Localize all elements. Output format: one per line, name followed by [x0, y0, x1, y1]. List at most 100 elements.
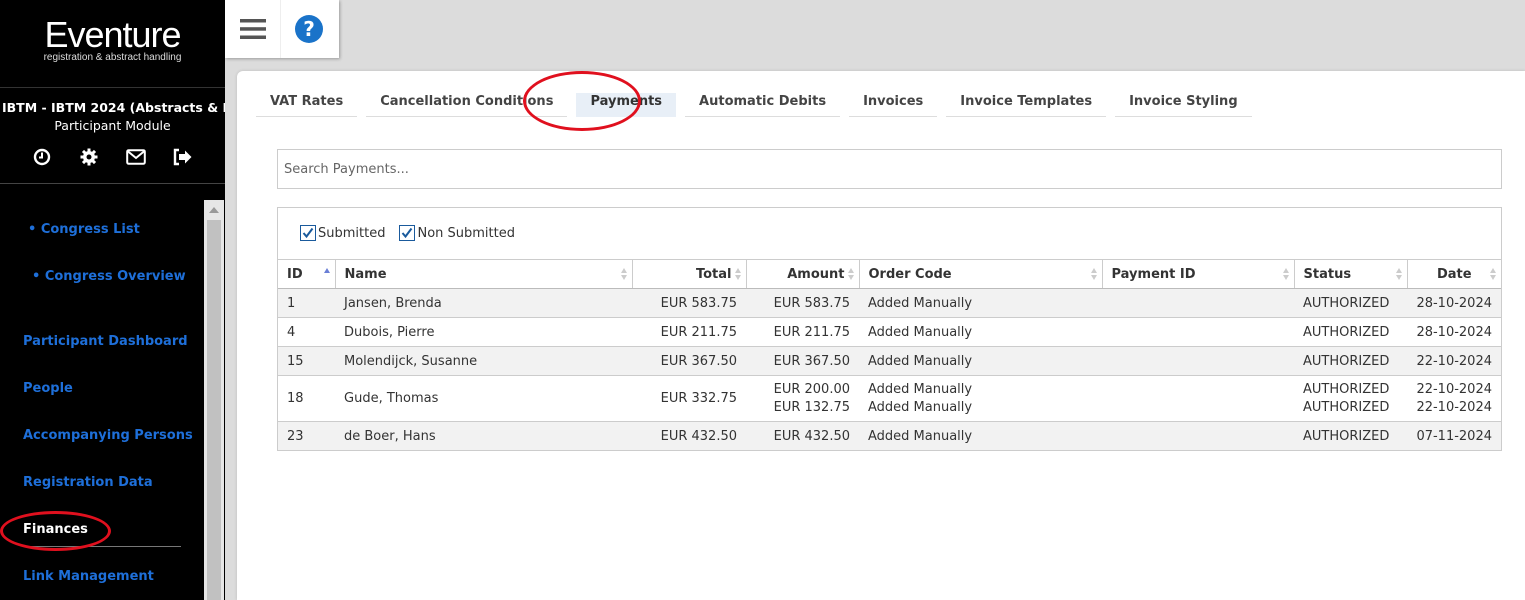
- status-filters: Submitted Non Submitted: [300, 225, 515, 241]
- sidebar-item-accompanying-persons[interactable]: Accompanying Persons: [23, 428, 193, 443]
- column-header-total[interactable]: Total: [632, 259, 747, 289]
- logout-icon[interactable]: [173, 147, 193, 167]
- cell-name: de Boer, Hans: [335, 421, 632, 451]
- tab-cancellation-conditions[interactable]: Cancellation Conditions: [366, 93, 568, 117]
- eventure-logo[interactable]: Eventure registration & abstract handlin…: [0, 0, 225, 88]
- cell-date: 07-11-2024: [1407, 421, 1501, 451]
- cell-total: EUR 432.50: [632, 421, 746, 451]
- gear-icon[interactable]: [79, 147, 99, 167]
- filter-submitted[interactable]: Submitted: [300, 225, 385, 241]
- sidebar-item-finances[interactable]: Finances: [23, 522, 88, 537]
- sort-icon: [620, 268, 628, 280]
- sidebar-item-registration-data[interactable]: Registration Data: [23, 475, 153, 490]
- sort-icon: [1490, 268, 1497, 280]
- column-header-date[interactable]: Date: [1407, 259, 1501, 289]
- tab-invoice-styling[interactable]: Invoice Styling: [1115, 93, 1252, 117]
- svg-text:?: ?: [303, 17, 315, 41]
- table-row[interactable]: 15 Molendijck, Susanne EUR 367.50 EUR 36…: [278, 346, 1501, 376]
- cell-order-code: Added Manually Added Manually: [859, 375, 1102, 422]
- column-header-amount[interactable]: Amount: [746, 259, 860, 289]
- cell-id: 4: [278, 317, 335, 347]
- menu-button[interactable]: [225, 0, 281, 58]
- date-line: 22-10-2024: [1416, 381, 1492, 397]
- column-header-order-code[interactable]: Order Code: [859, 259, 1103, 289]
- cell-status: AUTHORIZED: [1294, 346, 1407, 376]
- sidebar-scrollbar[interactable]: [204, 200, 224, 600]
- cell-total: EUR 211.75: [632, 317, 746, 347]
- checkbox-submitted[interactable]: [300, 225, 316, 241]
- search-payments-input[interactable]: [277, 149, 1502, 189]
- column-header-label: Status: [1303, 266, 1352, 282]
- hamburger-icon: [239, 19, 266, 39]
- scroll-up-arrow-icon[interactable]: [209, 207, 219, 213]
- help-button[interactable]: ?: [281, 0, 337, 58]
- logo-main-text: Eventure: [44, 14, 181, 55]
- cell-amount: EUR 211.75: [746, 317, 859, 347]
- cell-status: AUTHORIZED: [1294, 421, 1407, 451]
- cell-payment-id: [1102, 317, 1294, 347]
- tab-vat-rates[interactable]: VAT Rates: [256, 93, 358, 117]
- tab-payments[interactable]: Payments: [576, 93, 677, 117]
- content-card: VAT Rates Cancellation Conditions Paymen…: [237, 71, 1525, 600]
- cell-payment-id: [1102, 421, 1294, 451]
- cell-id: 23: [278, 421, 335, 451]
- cell-status: AUTHORIZED AUTHORIZED: [1294, 375, 1407, 422]
- cell-date: 22-10-2024 22-10-2024: [1407, 375, 1501, 422]
- sidebar-item-congress-list[interactable]: • Congress List: [28, 222, 140, 237]
- column-header-label: Name: [344, 266, 387, 282]
- amount-line: EUR 132.75: [773, 399, 850, 415]
- sort-ascending-icon: [323, 268, 331, 280]
- filter-non-submitted-label: Non Submitted: [417, 225, 515, 241]
- cell-amount: EUR 432.50: [746, 421, 859, 451]
- cell-status: AUTHORIZED: [1294, 317, 1407, 347]
- column-header-id[interactable]: ID: [278, 259, 336, 289]
- envelope-icon[interactable]: [126, 147, 146, 167]
- column-header-name[interactable]: Name: [335, 259, 633, 289]
- cell-order-code: Added Manually: [859, 288, 1102, 318]
- sidebar: Eventure registration & abstract handlin…: [0, 0, 225, 600]
- cell-total: EUR 332.75: [632, 375, 746, 422]
- cell-amount: EUR 200.00 EUR 132.75: [746, 375, 859, 422]
- cell-amount: EUR 367.50: [746, 346, 859, 376]
- cell-payment-id: [1102, 288, 1294, 318]
- column-header-status[interactable]: Status: [1294, 259, 1408, 289]
- sidebar-nav: • Congress List • Congress Overview Part…: [0, 200, 204, 600]
- cell-payment-id: [1102, 375, 1294, 422]
- column-header-label: Payment ID: [1111, 266, 1196, 282]
- column-header-label: Total: [695, 266, 732, 282]
- scrollbar-thumb[interactable]: [207, 220, 221, 600]
- checkbox-non-submitted[interactable]: [399, 225, 416, 241]
- column-header-payment-id[interactable]: Payment ID: [1102, 259, 1295, 289]
- sort-icon: [734, 268, 742, 280]
- congress-title: IBTM - IBTM 2024 (Abstracts & Par...: [2, 100, 225, 115]
- column-header-label: Amount: [787, 266, 845, 282]
- cell-total: EUR 583.75: [632, 288, 746, 318]
- tab-invoice-templates[interactable]: Invoice Templates: [946, 93, 1107, 117]
- order-code-line: Added Manually: [868, 399, 973, 415]
- table-row[interactable]: 18 Gude, Thomas EUR 332.75 EUR 200.00 EU…: [278, 375, 1501, 422]
- clock-icon[interactable]: [32, 147, 52, 167]
- sidebar-item-link-management[interactable]: Link Management: [23, 569, 154, 584]
- sidebar-item-participant-dashboard[interactable]: Participant Dashboard: [23, 334, 188, 349]
- sidebar-divider: [0, 183, 225, 184]
- amount-line: EUR 200.00: [773, 381, 850, 397]
- filter-non-submitted[interactable]: Non Submitted: [399, 225, 515, 241]
- cell-id: 1: [278, 288, 335, 318]
- sidebar-item-people[interactable]: People: [23, 381, 73, 396]
- column-header-label: ID: [287, 266, 303, 282]
- table-row[interactable]: 1 Jansen, Brenda EUR 583.75 EUR 583.75 A…: [278, 288, 1501, 318]
- logo-sub-text: registration & abstract handling: [43, 52, 182, 63]
- cell-status: AUTHORIZED: [1294, 288, 1407, 318]
- column-header-label: Order Code: [868, 266, 952, 282]
- cell-total: EUR 367.50: [632, 346, 746, 376]
- table-row[interactable]: 23 de Boer, Hans EUR 432.50 EUR 432.50 A…: [278, 421, 1501, 451]
- top-toolbar: ?: [225, 0, 339, 58]
- sidebar-item-congress-overview[interactable]: • Congress Overview: [32, 269, 186, 284]
- cell-id: 18: [278, 375, 335, 422]
- tab-automatic-debits[interactable]: Automatic Debits: [685, 93, 841, 117]
- cell-order-code: Added Manually: [859, 346, 1102, 376]
- table-row[interactable]: 4 Dubois, Pierre EUR 211.75 EUR 211.75 A…: [278, 317, 1501, 347]
- cell-id: 15: [278, 346, 335, 376]
- tab-invoices[interactable]: Invoices: [849, 93, 938, 117]
- date-line: 22-10-2024: [1416, 399, 1492, 415]
